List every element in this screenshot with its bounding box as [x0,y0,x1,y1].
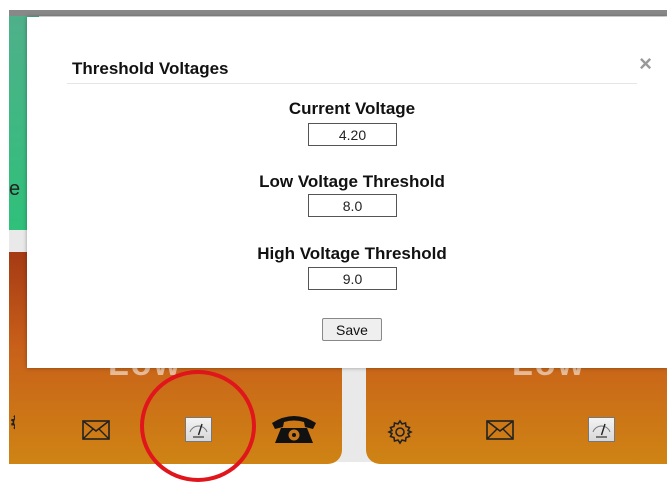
dashboard-top-bar [9,10,667,16]
threshold-voltages-dialog: Threshold Voltages × Current Voltage Low… [27,17,667,368]
low-voltage-threshold-label: Low Voltage Threshold [259,172,445,191]
current-voltage-label: Current Voltage [288,99,416,118]
high-voltage-threshold-input[interactable] [308,267,397,290]
settings-icon[interactable]: ⚙ [9,410,15,436]
settings-icon[interactable] [386,418,414,446]
device-tile-green-label: e [9,178,21,200]
high-voltage-threshold-label: High Voltage Threshold [257,244,447,263]
phone-icon[interactable] [268,410,320,446]
highlight-circle-annotation [140,370,256,482]
save-button[interactable]: Save [322,318,382,341]
mail-icon[interactable] [484,418,516,442]
current-voltage-input[interactable] [308,123,397,146]
mail-icon[interactable] [80,418,112,442]
dialog-title: Threshold Voltages [72,59,229,78]
dialog-divider [67,83,637,84]
meter-icon[interactable] [588,417,615,442]
close-icon[interactable]: × [639,51,652,77]
low-voltage-threshold-input[interactable] [308,194,397,217]
